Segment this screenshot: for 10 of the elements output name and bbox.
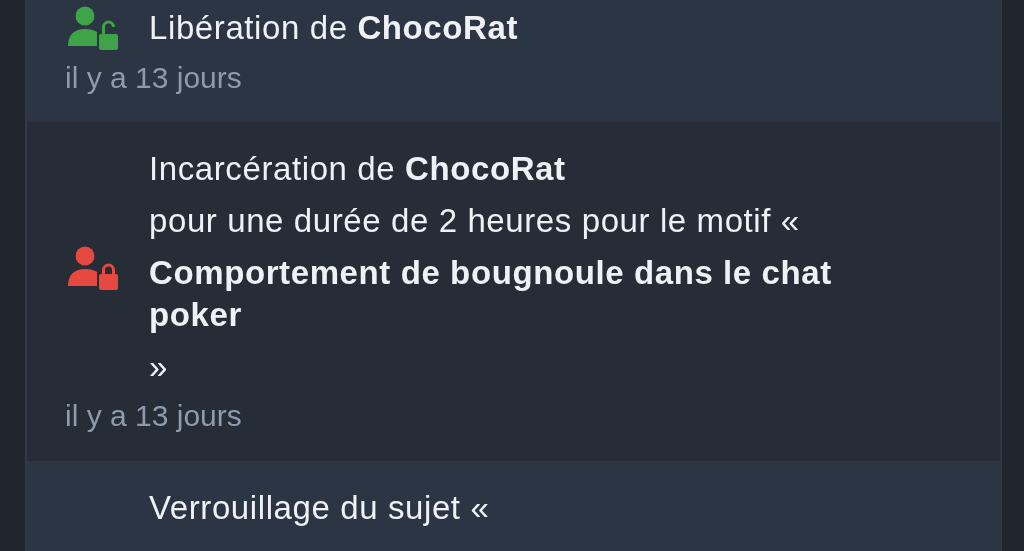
unlocked-user-icon — [68, 6, 118, 50]
event-text: Incarcération de ChocoRat — [149, 149, 567, 189]
timestamp: il y a 13 jours — [65, 398, 243, 434]
event-text: pour une durée de 2 heures pour le motif « — [149, 201, 801, 241]
locked-user-icon — [68, 246, 118, 290]
event-text: Libération de ChocoRat — [149, 8, 520, 48]
event-text: Verrouillage du sujet « — [149, 488, 491, 528]
event-text: » — [149, 347, 169, 387]
event-text: Comportement de bougnoule dans le chat poker — [149, 253, 833, 335]
timestamp: il y a 13 jours — [65, 60, 243, 96]
